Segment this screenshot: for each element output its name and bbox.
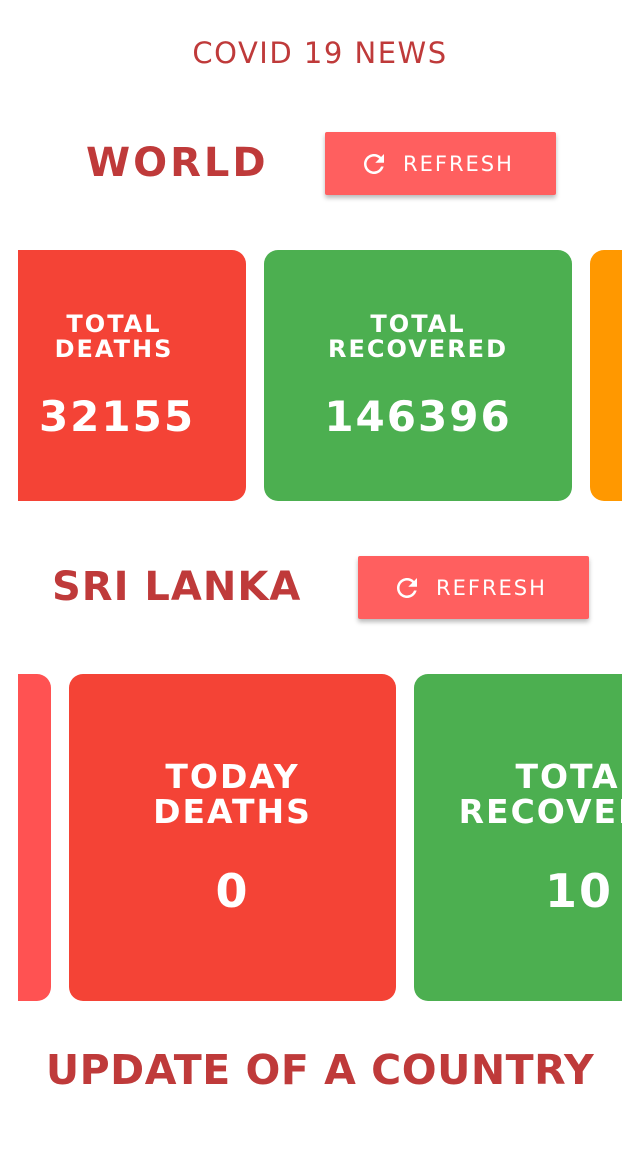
card-label: TODAY DEATHS: [153, 757, 312, 831]
refresh-icon: [392, 573, 422, 603]
world-refresh-label: REFRESH: [403, 151, 514, 176]
srilanka-total-recovered-card: TOTAL RECOVERED 10: [414, 674, 622, 1001]
world-section-title: WORLD: [86, 140, 269, 186]
world-stats-carousel[interactable]: TOTAL DEATHS 32155 TOTAL RECOVERED 14639…: [18, 250, 622, 502]
card-value: 10: [544, 864, 613, 918]
card-value: 32155: [38, 392, 196, 441]
app-screen: COVID 19 NEWS WORLD REFRESH TOTAL DEATHS…: [0, 0, 640, 1166]
card-value: 146396: [324, 392, 512, 441]
app-title: COVID 19 NEWS: [192, 36, 448, 70]
srilanka-section-title: SRI LANKA: [52, 564, 302, 610]
card-label: TOTAL DEATHS: [54, 310, 174, 364]
world-refresh-button[interactable]: REFRESH: [325, 132, 556, 195]
srilanka-refresh-label: REFRESH: [436, 575, 547, 600]
world-total-deaths-card: TOTAL DEATHS 32155: [18, 250, 246, 501]
card-label: TOTAL RECOVERED: [458, 757, 622, 831]
srilanka-today-deaths-card: TODAY DEATHS 0: [69, 674, 396, 1001]
card-label: TOTAL RECOVERED: [327, 310, 508, 364]
refresh-icon: [359, 149, 389, 179]
world-stat-card-partial: [590, 250, 622, 501]
srilanka-stat-card-partial: [18, 674, 51, 1001]
update-country-link[interactable]: UPDATE OF A COUNTRY: [0, 1046, 640, 1094]
srilanka-refresh-button[interactable]: REFRESH: [358, 556, 589, 619]
world-total-recovered-card: TOTAL RECOVERED 146396: [264, 250, 572, 501]
card-value: 0: [215, 864, 250, 918]
srilanka-stats-carousel[interactable]: TODAY DEATHS 0 TOTAL RECOVERED 10: [18, 674, 622, 1004]
